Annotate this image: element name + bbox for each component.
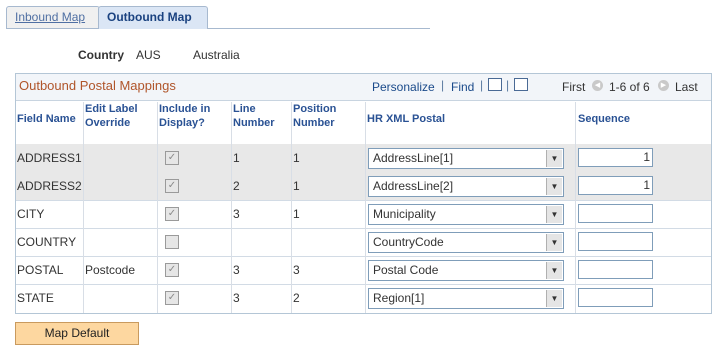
chevron-down-icon[interactable]: ▼: [546, 290, 562, 307]
outbound-postal-grid: Outbound Postal Mappings Personalize | F…: [15, 73, 712, 314]
previous-icon[interactable]: ◀: [592, 80, 603, 91]
include-checkbox[interactable]: ✓: [165, 291, 179, 305]
line-number: 3: [233, 207, 240, 221]
map-default-button[interactable]: Map Default: [15, 322, 139, 345]
position-number: 1: [293, 207, 300, 221]
hr-xml-postal-select[interactable]: AddressLine[2] ▼: [368, 176, 564, 197]
field-name: ADDRESS2: [17, 179, 82, 193]
field-name: STATE: [17, 291, 54, 305]
grid-header: Outbound Postal Mappings Personalize | F…: [16, 74, 711, 101]
field-name: POSTAL: [17, 263, 64, 277]
select-value: CountryCode: [373, 235, 444, 249]
line-number: 1: [233, 151, 240, 165]
col-field-name: Field Name: [17, 113, 76, 125]
chevron-down-icon[interactable]: ▼: [546, 262, 562, 279]
view-all-icon[interactable]: [488, 78, 502, 91]
download-icon[interactable]: [514, 78, 528, 91]
position-number: 1: [293, 151, 300, 165]
col-position-number: Position Number: [293, 103, 337, 129]
select-value: Postal Code: [373, 263, 439, 277]
field-name: COUNTRY: [17, 235, 77, 249]
country-label: Country: [78, 48, 124, 62]
table-row: CITY ✓ 3 1 Municipality ▼: [16, 200, 711, 229]
column-divider: [231, 102, 232, 313]
sequence-input[interactable]: [578, 204, 653, 223]
include-checkbox[interactable]: ✓: [165, 263, 179, 277]
tab-bar: Inbound Map Outbound Map: [6, 6, 430, 29]
position-number: 1: [293, 179, 300, 193]
line-number: 2: [233, 179, 240, 193]
col-sequence: Sequence: [578, 113, 630, 125]
include-checkbox[interactable]: ✓: [165, 207, 179, 221]
include-checkbox[interactable]: [165, 235, 179, 249]
select-value: Municipality: [373, 207, 436, 221]
select-value: Region[1]: [373, 291, 425, 305]
separator: |: [506, 78, 510, 92]
chevron-down-icon[interactable]: ▼: [546, 234, 562, 251]
table-row: ADDRESS2 ✓ 2 1 AddressLine[2] ▼ 1: [16, 172, 711, 201]
sequence-input[interactable]: [578, 288, 653, 307]
field-name: CITY: [17, 207, 45, 221]
column-divider: [291, 102, 292, 313]
include-checkbox[interactable]: ✓: [165, 179, 179, 193]
hr-xml-postal-select[interactable]: Postal Code ▼: [368, 260, 564, 281]
col-include-in-display: Include in Display?: [159, 103, 211, 129]
table-row: COUNTRY CountryCode ▼: [16, 228, 711, 257]
hr-xml-postal-select[interactable]: Municipality ▼: [368, 204, 564, 225]
line-number: 3: [233, 263, 240, 277]
separator: |: [480, 78, 484, 92]
sequence-input[interactable]: [578, 232, 653, 251]
table-row: POSTAL Postcode ✓ 3 3 Postal Code ▼: [16, 256, 711, 285]
position-number: 2: [293, 291, 300, 305]
sequence-input[interactable]: [578, 260, 653, 279]
find-link[interactable]: Find: [451, 80, 474, 94]
col-edit-label-override: Edit Label Override: [85, 103, 138, 129]
include-checkbox[interactable]: ✓: [165, 151, 179, 165]
tab-inbound-map[interactable]: Inbound Map: [6, 6, 100, 28]
hr-xml-postal-select[interactable]: Region[1] ▼: [368, 288, 564, 309]
col-line-number: Line Number: [233, 103, 275, 129]
table-row: STATE ✓ 3 2 Region[1] ▼: [16, 284, 711, 312]
column-divider: [83, 102, 84, 313]
first-label: First: [562, 80, 586, 94]
column-divider: [575, 102, 576, 313]
country-name: Australia: [193, 48, 240, 62]
hr-xml-postal-select[interactable]: CountryCode ▼: [368, 232, 564, 253]
chevron-down-icon[interactable]: ▼: [546, 206, 562, 223]
position-number: 3: [293, 263, 300, 277]
grid-title: Outbound Postal Mappings: [19, 78, 176, 93]
next-icon[interactable]: ▶: [658, 80, 669, 91]
column-divider: [365, 102, 366, 313]
row-range: 1-6 of 6: [609, 80, 650, 94]
select-value: AddressLine[1]: [373, 151, 454, 165]
select-value: AddressLine[2]: [373, 179, 454, 193]
chevron-down-icon[interactable]: ▼: [546, 150, 562, 167]
col-hr-xml-postal: HR XML Postal: [367, 113, 446, 125]
last-label: Last: [675, 80, 698, 94]
personalize-link[interactable]: Personalize: [372, 80, 435, 94]
table-row: ADDRESS1 ✓ 1 1 AddressLine[1] ▼ 1: [16, 144, 711, 173]
country-code: AUS: [136, 48, 161, 62]
hr-xml-postal-select[interactable]: AddressLine[1] ▼: [368, 148, 564, 169]
chevron-down-icon[interactable]: ▼: [546, 178, 562, 195]
column-divider: [157, 102, 158, 313]
tab-outbound-map[interactable]: Outbound Map: [98, 6, 208, 29]
field-name: ADDRESS1: [17, 151, 82, 165]
sequence-input[interactable]: 1: [578, 176, 653, 195]
line-number: 3: [233, 291, 240, 305]
sequence-input[interactable]: 1: [578, 148, 653, 167]
separator: |: [441, 78, 445, 92]
edit-label-override: Postcode: [85, 263, 136, 277]
